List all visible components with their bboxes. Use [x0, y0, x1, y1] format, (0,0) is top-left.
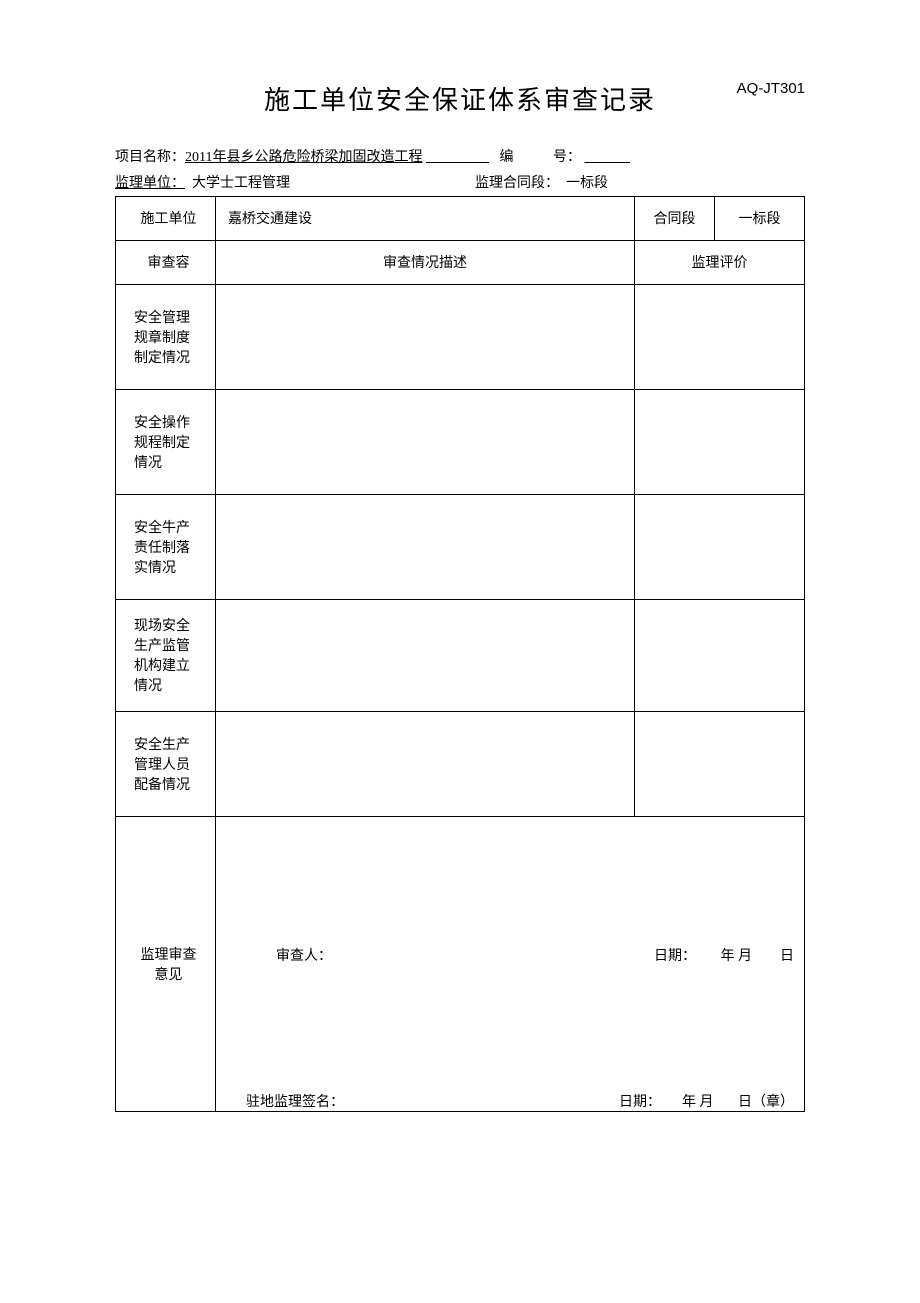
- cell-item-4: 现场安全生产监管机构建立情况: [116, 599, 216, 711]
- project-blank: [426, 150, 489, 165]
- contract-section-value: 一标段: [566, 176, 608, 191]
- table-row: 安全管理规章制度制定情况: [116, 284, 805, 389]
- cell-item-5-desc: [216, 711, 635, 816]
- reviewer-label: 审查人：: [276, 945, 332, 965]
- cell-item-2-eval: [635, 389, 805, 494]
- cell-item-2: 安全操作规程制定情况: [116, 389, 216, 494]
- date1-ym: 年 月: [721, 949, 753, 964]
- cell-item-1: 安全管理规章制度制定情况: [116, 284, 216, 389]
- supervisor-value: 大学士工程管理: [192, 176, 290, 191]
- title-row: 施工单位安全保证体系审查记录 AQ-JT301: [115, 80, 805, 117]
- cell-review-content-header: 审查容: [116, 240, 216, 284]
- contract-section-label: 监理合同段：: [475, 176, 559, 191]
- table-row: 审查容 审查情况描述 监理评价: [116, 240, 805, 284]
- cell-item-3: 安全牛产责任制落实情况: [116, 494, 216, 599]
- date2-d: 日（章）: [738, 1095, 794, 1110]
- number-label-1: 编: [499, 150, 513, 165]
- cell-item-4-desc: [216, 599, 635, 711]
- cell-item-2-desc: [216, 389, 635, 494]
- cell-item-1-desc: [216, 284, 635, 389]
- meta-row-2: 监理单位： 大学士工程管理 监理合同段： 一标段: [115, 173, 805, 195]
- project-label: 项目名称：: [115, 150, 185, 165]
- signer-label: 驻地监理签名：: [246, 1091, 344, 1111]
- cell-construction-unit-value: 嘉桥交通建设: [216, 196, 635, 240]
- project-value: 2011年县乡公路危险桥梁加固改造工程: [185, 150, 422, 165]
- table-row: 安全牛产责任制落实情况: [116, 494, 805, 599]
- cell-item-5-eval: [635, 711, 805, 816]
- table-row: 现场安全生产监管机构建立情况: [116, 599, 805, 711]
- cell-opinion-label: 监理审查 意见: [116, 816, 216, 1111]
- date1-label: 日期：: [654, 949, 696, 964]
- table-row: 监理审查 意见 审查人： 日期： 年 月 日 驻地监理签名：: [116, 816, 805, 1111]
- number-label-2: 号：: [553, 150, 581, 165]
- table-row: 安全操作规程制定情况: [116, 389, 805, 494]
- cell-item-4-eval: [635, 599, 805, 711]
- cell-eval-header: 监理评价: [635, 240, 805, 284]
- date2-label: 日期：: [619, 1095, 661, 1110]
- date1-d: 日: [780, 949, 794, 964]
- supervisor-label: 监理单位：: [115, 176, 185, 191]
- review-table: 施工单位 嘉桥交通建设 合同段 一标段 审查容 审查情况描述 监理评价 安全管理…: [115, 196, 805, 1112]
- number-blank: [585, 150, 631, 165]
- cell-review-desc-header: 审查情况描述: [216, 240, 635, 284]
- meta-row-1: 项目名称：2011年县乡公路危险桥梁加固改造工程 编 号：: [115, 147, 805, 169]
- cell-contract-label: 合同段: [635, 196, 715, 240]
- cell-construction-unit-label: 施工单位: [116, 196, 216, 240]
- cell-item-3-desc: [216, 494, 635, 599]
- cell-item-5: 安全生产管理人员配备情况: [116, 711, 216, 816]
- cell-item-3-eval: [635, 494, 805, 599]
- date2-ym: 年 月: [682, 1095, 714, 1110]
- cell-opinion-content: 审查人： 日期： 年 月 日 驻地监理签名： 日期： 年 月 日（章）: [216, 816, 805, 1111]
- cell-item-1-eval: [635, 284, 805, 389]
- doc-code: AQ-JT301: [737, 80, 805, 97]
- table-row: 施工单位 嘉桥交通建设 合同段 一标段: [116, 196, 805, 240]
- page-title: 施工单位安全保证体系审查记录: [264, 80, 656, 117]
- table-row: 安全生产管理人员配备情况: [116, 711, 805, 816]
- cell-contract-value: 一标段: [715, 196, 805, 240]
